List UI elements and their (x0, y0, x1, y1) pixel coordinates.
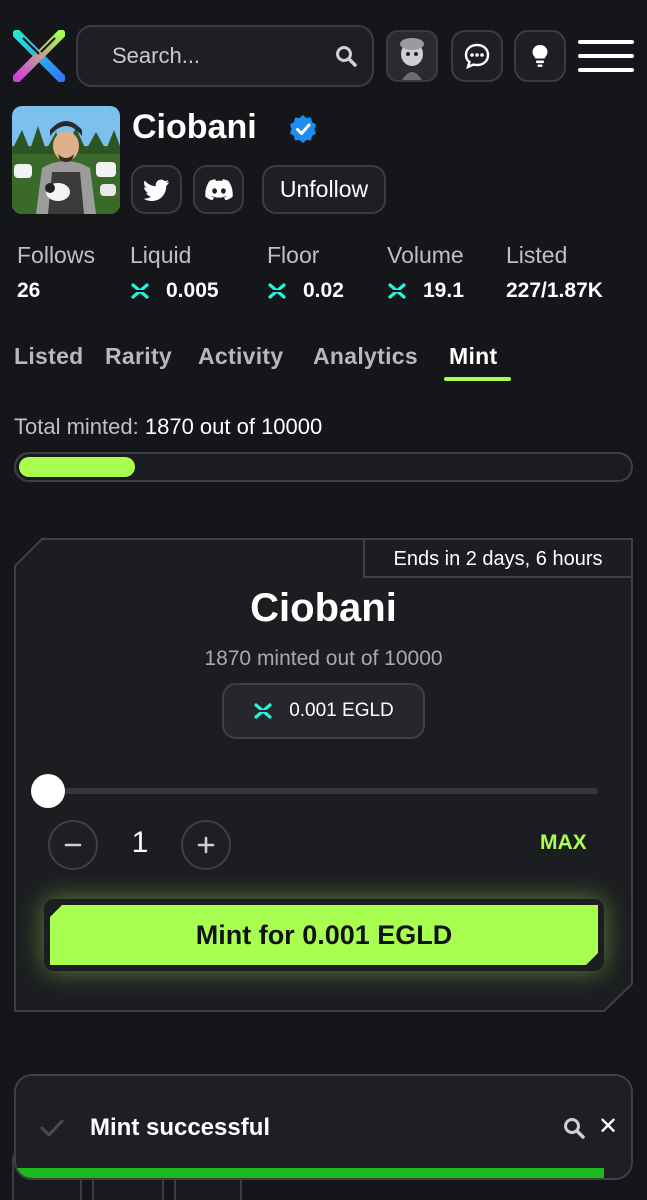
decrement-button[interactable] (48, 820, 98, 870)
quantity-slider[interactable] (48, 788, 598, 794)
quantity-slider-thumb[interactable] (31, 774, 65, 808)
x-logo-icon[interactable] (13, 30, 65, 82)
collection-name: Ciobani (132, 108, 257, 146)
stat-value: 19.1 (423, 279, 464, 302)
egld-icon (254, 703, 272, 719)
discord-button[interactable] (193, 165, 244, 214)
mint-progress-fill (19, 457, 135, 477)
search-icon[interactable] (562, 1116, 586, 1140)
toast-message: Mint successful (90, 1114, 271, 1141)
stat-label: Floor (267, 242, 320, 268)
user-avatar[interactable] (386, 30, 438, 82)
stat-floor: Floor 0.02 (267, 242, 344, 303)
total-minted-value: 1870 out of 10000 (144, 414, 323, 439)
tab-mint[interactable]: Mint (449, 343, 497, 370)
egld-icon (388, 283, 406, 299)
stat-label: Volume (387, 242, 464, 268)
avatar-image (388, 32, 436, 80)
mint-ends-label: Ends in 2 days, 6 hours (393, 547, 603, 570)
top-bar (0, 0, 647, 106)
search-icon[interactable] (334, 44, 358, 68)
collection-avatar (12, 106, 120, 214)
total-minted: Total minted: 1870 out of 10000 (14, 414, 322, 440)
stat-listed: Listed 227/1.87K (506, 242, 603, 303)
active-tab-indicator (444, 377, 511, 381)
stat-label: Follows (17, 242, 95, 268)
unfollow-button[interactable]: Unfollow (262, 165, 386, 214)
stat-label: Liquid (130, 242, 192, 268)
mint-price: 0.001 EGLD (222, 683, 425, 739)
increment-button[interactable] (181, 820, 231, 870)
mint-card-title: Ciobani (250, 586, 397, 630)
stat-value: 227/1.87K (506, 279, 603, 302)
tips-button[interactable] (514, 30, 566, 82)
total-minted-label: Total minted: (14, 414, 139, 439)
egld-icon (268, 283, 286, 299)
menu-icon[interactable] (578, 38, 634, 74)
tab-rarity[interactable]: Rarity (105, 343, 172, 370)
mint-card-subtitle: 1870 minted out of 10000 (204, 647, 443, 670)
stat-value: 0.02 (303, 279, 344, 302)
verified-badge-icon (290, 115, 316, 143)
quantity-value[interactable]: 1 (100, 826, 180, 860)
chat-button[interactable] (451, 30, 503, 82)
plus-icon (197, 836, 215, 854)
mint-progress-bar (14, 452, 633, 482)
minus-icon (64, 843, 82, 847)
max-button[interactable]: MAX (540, 831, 587, 855)
search-bar[interactable] (76, 25, 374, 87)
lightbulb-icon (532, 45, 548, 67)
discord-icon (204, 178, 233, 200)
mint-price-value: 0.001 EGLD (289, 700, 394, 721)
tab-analytics[interactable]: Analytics (313, 343, 418, 370)
mint-button[interactable]: Mint for 0.001 EGLD (50, 905, 598, 965)
stat-value: 0.005 (166, 279, 219, 302)
chat-icon (464, 43, 490, 70)
search-input[interactable] (112, 41, 322, 71)
stat-volume: Volume 19.1 (387, 242, 464, 303)
check-icon (40, 1119, 64, 1137)
close-icon[interactable]: ✕ (598, 1115, 618, 1139)
stat-follows: Follows 26 (17, 242, 95, 303)
tab-listed[interactable]: Listed (14, 343, 84, 370)
tab-activity[interactable]: Activity (198, 343, 283, 370)
egld-icon (131, 283, 149, 299)
twitter-icon (143, 179, 169, 201)
toast-progress-bar (16, 1168, 604, 1178)
stat-liquid: Liquid 0.005 (130, 242, 219, 303)
toast-notification: Mint successful ✕ (14, 1074, 633, 1180)
stat-value: 26 (17, 279, 41, 302)
twitter-button[interactable] (131, 165, 182, 214)
stat-label: Listed (506, 242, 568, 268)
